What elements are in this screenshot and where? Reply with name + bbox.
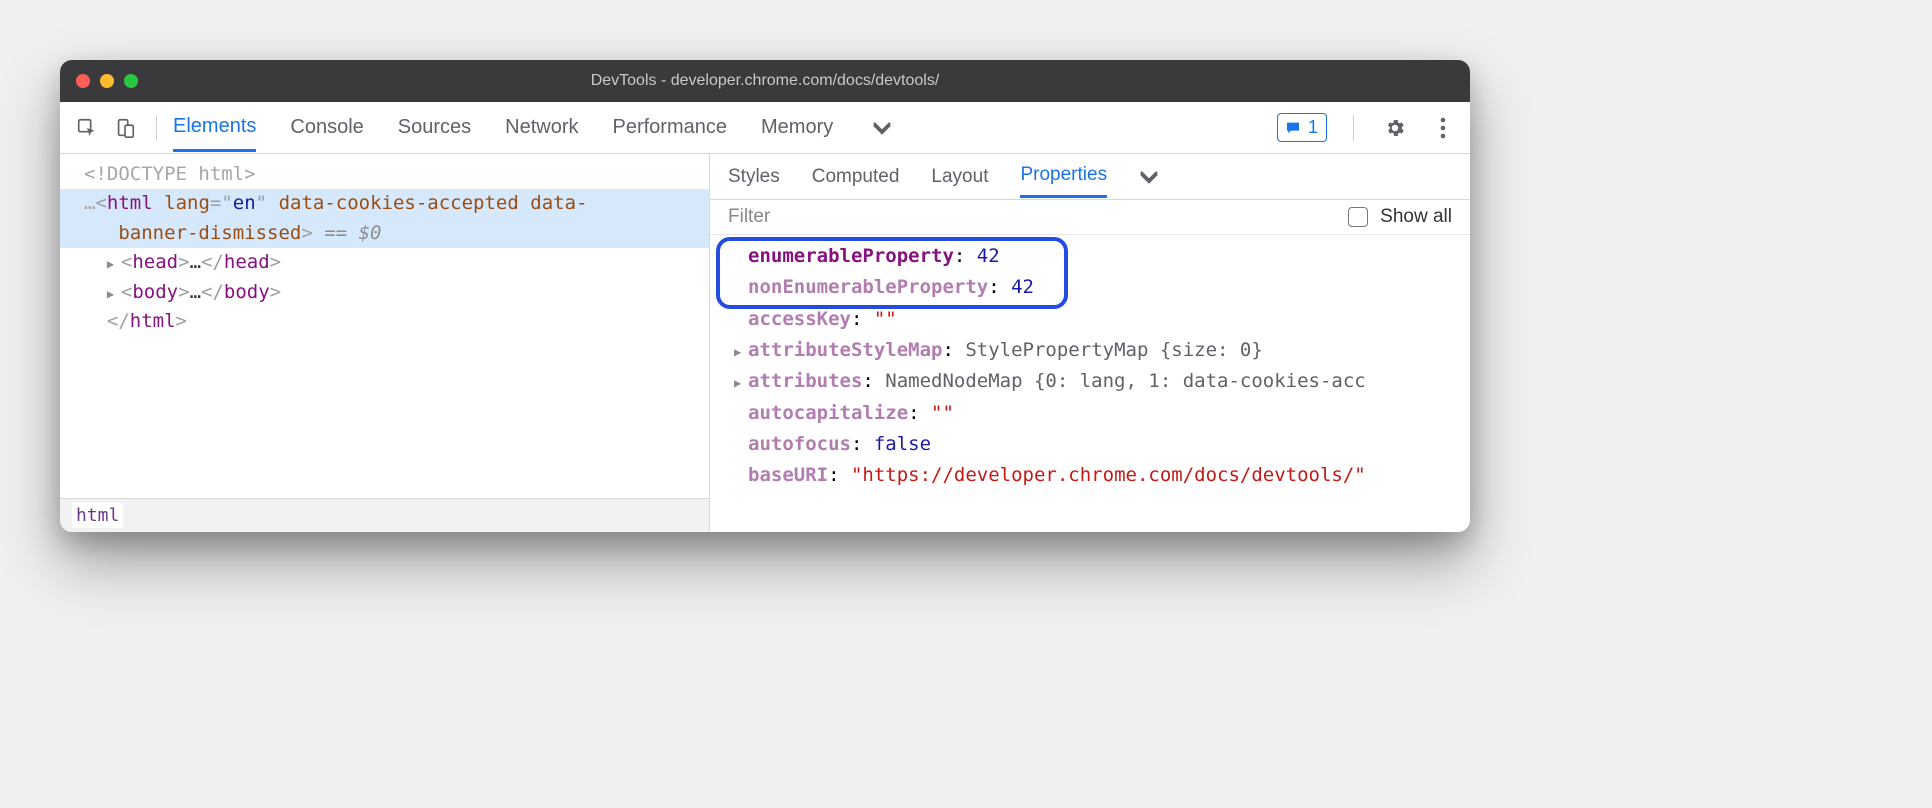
separator bbox=[1353, 115, 1354, 141]
property-row[interactable]: autofocus: false bbox=[718, 429, 1470, 460]
show-all-checkbox[interactable] bbox=[1348, 207, 1368, 227]
property-row[interactable]: autocapitalize: "" bbox=[718, 398, 1470, 429]
sidebar-panel: Styles Computed Layout Properties Show a… bbox=[710, 154, 1470, 532]
show-all-label: Show all bbox=[1380, 206, 1452, 228]
separator bbox=[156, 115, 157, 141]
message-icon bbox=[1284, 120, 1302, 136]
property-row[interactable]: enumerableProperty: 42 bbox=[718, 241, 1470, 272]
tab-network[interactable]: Network bbox=[505, 105, 578, 150]
devtools-window: DevTools - developer.chrome.com/docs/dev… bbox=[60, 60, 1470, 532]
more-tabs-icon[interactable] bbox=[867, 113, 897, 143]
dom-tree[interactable]: <!DOCTYPE html> …<html lang="en" data-co… bbox=[60, 154, 709, 498]
property-row[interactable]: nonEnumerableProperty: 42 bbox=[718, 272, 1470, 303]
inspect-element-icon[interactable] bbox=[72, 113, 102, 143]
window-controls bbox=[76, 74, 138, 88]
minimize-window-button[interactable] bbox=[100, 74, 114, 88]
sidebar-tabs: Styles Computed Layout Properties bbox=[710, 154, 1470, 200]
dom-doctype[interactable]: <!DOCTYPE html> bbox=[60, 160, 709, 189]
dom-head[interactable]: ▶<head>…</head> bbox=[60, 248, 709, 277]
toolbar-right: 1 bbox=[1277, 113, 1458, 143]
panels-body: <!DOCTYPE html> …<html lang="en" data-co… bbox=[60, 154, 1470, 532]
subtab-layout[interactable]: Layout bbox=[931, 157, 988, 197]
property-row[interactable]: ▶attributeStyleMap: StylePropertyMap {si… bbox=[718, 335, 1470, 366]
property-row[interactable]: ▶attributes: NamedNodeMap {0: lang, 1: d… bbox=[718, 366, 1470, 397]
settings-icon[interactable] bbox=[1380, 113, 1410, 143]
subtab-styles[interactable]: Styles bbox=[728, 157, 780, 197]
filter-row: Show all bbox=[710, 200, 1470, 235]
messages-count: 1 bbox=[1308, 117, 1318, 138]
filter-input[interactable] bbox=[728, 206, 1336, 228]
close-window-button[interactable] bbox=[76, 74, 90, 88]
window-title: DevTools - developer.chrome.com/docs/dev… bbox=[60, 72, 1470, 90]
breadcrumb[interactable]: html bbox=[60, 498, 709, 532]
tab-console[interactable]: Console bbox=[290, 105, 363, 150]
main-toolbar: Elements Console Sources Network Perform… bbox=[60, 102, 1470, 154]
titlebar: DevTools - developer.chrome.com/docs/dev… bbox=[60, 60, 1470, 102]
properties-list[interactable]: enumerableProperty: 42nonEnumerablePrope… bbox=[710, 235, 1470, 532]
dom-html-close[interactable]: </html> bbox=[60, 307, 709, 336]
dom-body[interactable]: ▶<body>…</body> bbox=[60, 278, 709, 307]
subtab-computed[interactable]: Computed bbox=[812, 157, 900, 197]
messages-badge[interactable]: 1 bbox=[1277, 113, 1327, 142]
more-menu-icon[interactable] bbox=[1428, 113, 1458, 143]
maximize-window-button[interactable] bbox=[124, 74, 138, 88]
dom-html-open[interactable]: …<html lang="en" data-cookies-accepted d… bbox=[60, 189, 709, 218]
tab-memory[interactable]: Memory bbox=[761, 105, 833, 150]
more-subtabs-icon[interactable] bbox=[1139, 170, 1159, 184]
tab-performance[interactable]: Performance bbox=[613, 105, 728, 150]
tab-elements[interactable]: Elements bbox=[173, 104, 256, 152]
tab-sources[interactable]: Sources bbox=[398, 105, 471, 150]
subtab-properties[interactable]: Properties bbox=[1020, 155, 1107, 198]
dom-html-open-2[interactable]: banner-dismissed> == $0 bbox=[60, 219, 709, 248]
device-toggle-icon[interactable] bbox=[110, 113, 140, 143]
property-row[interactable]: baseURI: "https://developer.chrome.com/d… bbox=[718, 460, 1470, 491]
elements-panel: <!DOCTYPE html> …<html lang="en" data-co… bbox=[60, 154, 710, 532]
main-tabs: Elements Console Sources Network Perform… bbox=[173, 104, 897, 152]
property-row[interactable]: accessKey: "" bbox=[718, 304, 1470, 335]
